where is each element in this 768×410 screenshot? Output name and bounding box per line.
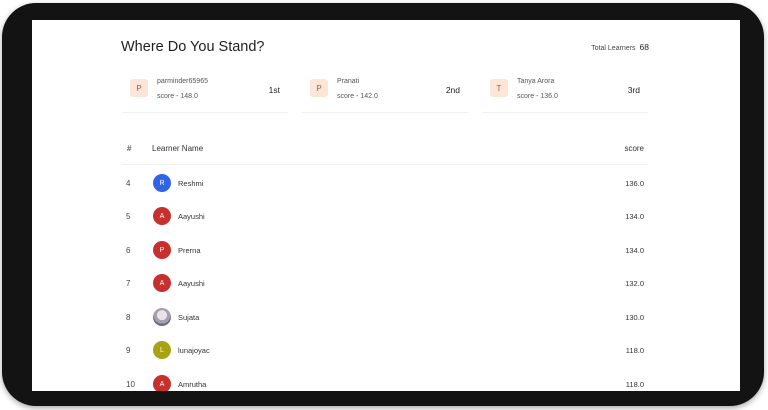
table-row[interactable]: 7 A Aayushi 132.0 — [122, 274, 648, 294]
table-row[interactable]: 10 A Amrutha 118.0 — [122, 375, 648, 391]
row-rank: 7 — [126, 279, 131, 288]
learner-score: 118.0 — [625, 380, 644, 389]
total-learners: Total Learners 68 — [591, 42, 649, 52]
table-row[interactable]: 4 R Reshmi 136.0 — [122, 174, 648, 194]
table-row[interactable]: 8 Sujata 130.0 — [122, 308, 648, 328]
learner-score: 132.0 — [625, 279, 644, 288]
top-learner-name: parminder65965 — [157, 78, 208, 85]
leaderboard-screen: Where Do You Stand? Total Learners 68 P p… — [32, 20, 740, 391]
top-learner-card-1[interactable]: P parminder65965 score - 148.0 1st — [122, 72, 288, 113]
table-row[interactable]: 6 P Prerna 134.0 — [122, 241, 648, 261]
top-learner-rank: 1st — [268, 85, 280, 95]
row-rank: 8 — [126, 313, 131, 322]
top-learner-card-3[interactable]: T Tanya Arora score - 136.0 3rd — [482, 72, 648, 113]
column-header-score: score — [624, 144, 644, 153]
learner-name: Sujata — [178, 313, 200, 322]
learner-name: Aayushi — [178, 279, 205, 288]
tablet-frame: Where Do You Stand? Total Learners 68 P p… — [2, 3, 764, 406]
learner-name: Amrutha — [178, 380, 207, 389]
page-title: Where Do You Stand? — [121, 39, 265, 55]
total-learners-label: Total Learners — [591, 45, 636, 52]
table-row[interactable]: 9 L lunajoyac 118.0 — [122, 341, 648, 361]
avatar: L — [153, 341, 171, 359]
row-rank: 10 — [126, 380, 135, 389]
avatar: P — [130, 79, 148, 97]
row-rank: 4 — [126, 179, 131, 188]
learner-score: 118.0 — [625, 346, 644, 355]
learner-score: 134.0 — [625, 212, 644, 221]
row-rank: 5 — [126, 212, 131, 221]
top-learner-score: score - 136.0 — [517, 93, 558, 100]
row-rank: 9 — [126, 346, 131, 355]
top-learner-rank: 2nd — [445, 85, 460, 95]
top-learner-name: Tanya Arora — [517, 78, 555, 85]
learner-score: 134.0 — [625, 246, 644, 255]
top-learner-score: score - 142.0 — [337, 93, 378, 100]
top-learner-name: Pranati — [337, 78, 360, 85]
avatar: P — [153, 241, 171, 259]
learner-score: 130.0 — [625, 313, 644, 322]
learner-name: lunajoyac — [178, 346, 210, 355]
top-learner-rank: 3rd — [627, 85, 640, 95]
learner-name: Reshmi — [178, 179, 204, 188]
avatar: A — [153, 274, 171, 292]
learner-name: Aayushi — [178, 212, 205, 221]
column-header-learner-name: Learner Name — [152, 144, 204, 153]
learner-score: 136.0 — [625, 179, 644, 188]
header-divider — [122, 164, 648, 165]
learner-name: Prerna — [178, 246, 201, 255]
avatar: T — [490, 79, 508, 97]
avatar: P — [310, 79, 328, 97]
column-header-rank: # — [127, 144, 132, 153]
table-row[interactable]: 5 A Aayushi 134.0 — [122, 207, 648, 227]
total-learners-count: 68 — [639, 42, 649, 52]
avatar: A — [153, 207, 171, 225]
top-learner-card-2[interactable]: P Pranati score - 142.0 2nd — [302, 72, 468, 113]
avatar-photo — [153, 308, 171, 326]
top-learner-score: score - 148.0 — [157, 93, 198, 100]
row-rank: 6 — [126, 246, 131, 255]
avatar: A — [153, 375, 171, 391]
avatar: R — [153, 174, 171, 192]
